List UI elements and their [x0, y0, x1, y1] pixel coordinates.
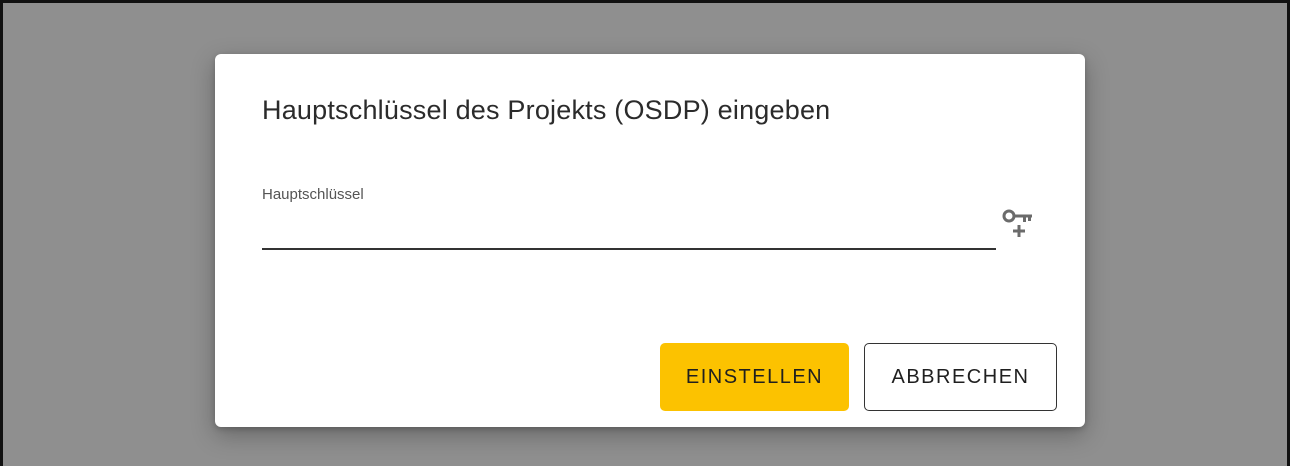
- dialog-title: Hauptschlüssel des Projekts (OSDP) einge…: [262, 95, 831, 125]
- key-add-icon[interactable]: [997, 206, 1037, 246]
- master-key-label: Hauptschlüssel: [262, 186, 364, 203]
- modal-overlay: Hauptschlüssel des Projekts (OSDP) einge…: [0, 0, 1290, 466]
- master-key-input[interactable]: [262, 218, 996, 250]
- confirm-button[interactable]: EINSTELLEN: [660, 343, 849, 411]
- master-key-dialog: Hauptschlüssel des Projekts (OSDP) einge…: [215, 54, 1085, 427]
- cancel-button[interactable]: ABBRECHEN: [864, 343, 1057, 411]
